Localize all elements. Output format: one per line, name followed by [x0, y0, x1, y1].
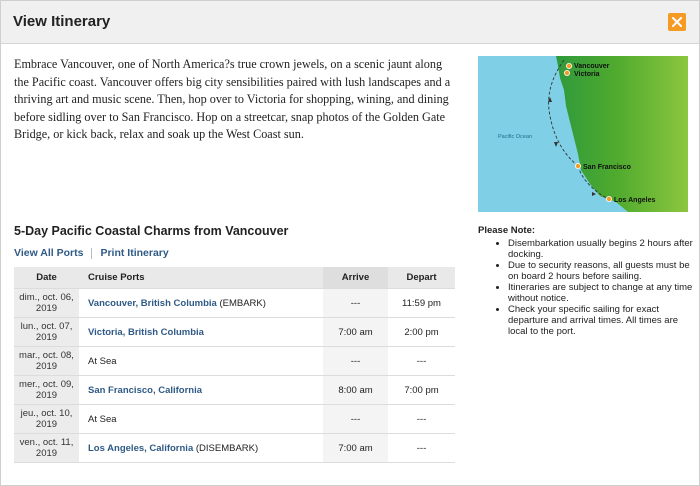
row-port: At Sea	[79, 404, 323, 434]
table-row: jeu., oct. 10, 2019 At Sea --- ---	[14, 404, 455, 434]
table-row: mar., oct. 08, 2019 At Sea --- ---	[14, 346, 455, 376]
row-depart: 11:59 pm	[388, 288, 455, 318]
table-row: dim., oct. 06, 2019 Vancouver, British C…	[14, 288, 455, 318]
list-item: Due to security reasons, all guests must…	[508, 260, 693, 282]
row-arrive: 7:00 am	[323, 433, 388, 463]
row-date: mer., oct. 09, 2019	[14, 375, 79, 405]
row-port: Victoria, British Columbia	[79, 317, 323, 347]
map-label-vancouver: Vancouver	[574, 63, 610, 70]
map-label-san-francisco: San Francisco	[583, 164, 631, 171]
table-row: mer., oct. 09, 2019 San Francisco, Calif…	[14, 375, 455, 405]
row-port: San Francisco, California	[79, 375, 323, 405]
row-date: jeu., oct. 10, 2019	[14, 404, 79, 434]
row-depart: 7:00 pm	[388, 375, 455, 405]
link-divider	[91, 247, 93, 259]
list-item: Itineraries are subject to change at any…	[508, 282, 693, 304]
row-port-note: (DISEMBARK)	[195, 442, 259, 454]
modal-title: View Itinerary	[13, 13, 111, 30]
list-item: Disembarkation usually begins 2 hours af…	[508, 238, 693, 260]
row-depart: ---	[388, 433, 455, 463]
modal-header: View Itinerary	[1, 1, 699, 44]
list-item: Check your specific sailing for exact de…	[508, 304, 693, 337]
port-link-los-angeles[interactable]: Los Angeles, California	[88, 443, 193, 454]
map-label-ocean: Pacific Ocean	[498, 134, 532, 140]
view-all-ports-link[interactable]: View All Ports	[14, 247, 83, 259]
san-francisco-marker	[575, 163, 582, 170]
row-port: At Sea	[79, 346, 323, 376]
los-angeles-marker	[605, 195, 612, 202]
note-title: Please Note:	[478, 225, 536, 236]
row-port: Vancouver, British Columbia (EMBARK)	[79, 288, 323, 318]
row-date: dim., oct. 06, 2019	[14, 288, 79, 318]
row-depart: 2:00 pm	[388, 317, 455, 347]
header-cruise-ports: Cruise Ports	[79, 267, 323, 289]
row-date: ven., oct. 11, 2019	[14, 433, 79, 463]
victoria-marker	[564, 69, 571, 76]
map-label-victoria: Victoria	[574, 71, 600, 78]
header-arrive: Arrive	[323, 267, 388, 289]
note-list: Disembarkation usually begins 2 hours af…	[478, 238, 693, 337]
row-arrive: ---	[323, 404, 388, 434]
port-link-victoria[interactable]: Victoria, British Columbia	[88, 327, 204, 338]
port-link-san-francisco[interactable]: San Francisco, California	[88, 385, 202, 396]
header-depart: Depart	[388, 267, 455, 289]
table-row: lun., oct. 07, 2019 Victoria, British Co…	[14, 317, 455, 347]
itinerary-table: Date Cruise Ports Arrive Depart dim., oc…	[14, 267, 455, 463]
close-button[interactable]	[668, 13, 686, 31]
itinerary-description: Embrace Vancouver, one of North America?…	[14, 57, 451, 141]
row-port-note: (EMBARK)	[219, 297, 266, 309]
row-date: mar., oct. 08, 2019	[14, 346, 79, 376]
map-label-los-angeles: Los Angeles	[614, 197, 655, 204]
row-depart: ---	[388, 346, 455, 376]
itinerary-modal: View Itinerary Embrace Vancouver, one of…	[0, 0, 700, 486]
row-date: lun., oct. 07, 2019	[14, 317, 79, 347]
row-arrive: 8:00 am	[323, 375, 388, 405]
port-link-vancouver[interactable]: Vancouver, British Columbia	[88, 298, 217, 309]
close-icon	[672, 17, 682, 27]
itinerary-links: View All Ports Print Itinerary	[14, 247, 169, 259]
please-note: Please Note: Disembarkation usually begi…	[478, 225, 693, 337]
row-port: Los Angeles, California (DISEMBARK)	[79, 433, 323, 463]
print-itinerary-link[interactable]: Print Itinerary	[100, 247, 168, 259]
table-row: ven., oct. 11, 2019 Los Angeles, Califor…	[14, 433, 455, 463]
vancouver-marker	[566, 63, 573, 69]
route-map: Vancouver Victoria San Francisco Los Ang…	[478, 56, 688, 212]
row-arrive: ---	[323, 346, 388, 376]
row-depart: ---	[388, 404, 455, 434]
itinerary-title: 5-Day Pacific Coastal Charms from Vancou…	[14, 224, 289, 238]
row-arrive: ---	[323, 288, 388, 318]
header-date: Date	[14, 267, 79, 289]
row-arrive: 7:00 am	[323, 317, 388, 347]
